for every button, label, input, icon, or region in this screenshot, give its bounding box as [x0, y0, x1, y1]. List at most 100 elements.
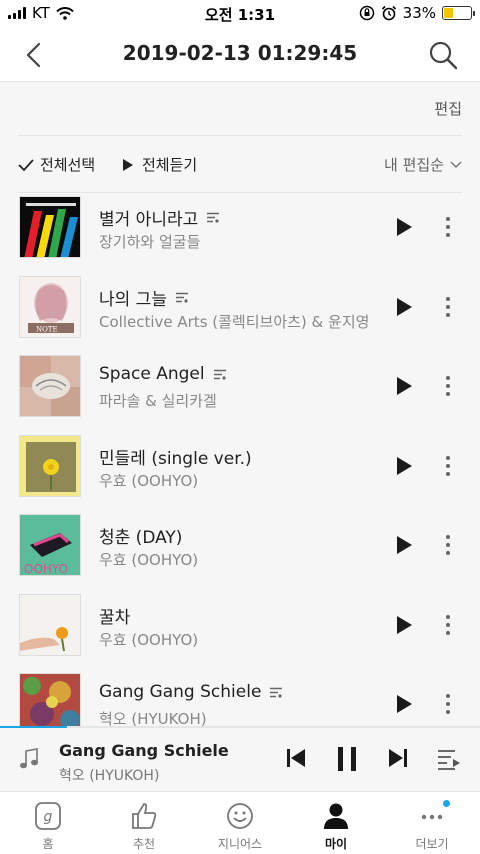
playback-progress-fill: [0, 726, 68, 728]
album-art[interactable]: [19, 593, 81, 656]
tab-label: 추천: [132, 837, 156, 851]
album-art[interactable]: [19, 355, 81, 417]
album-cover-5: OOHYO: [20, 515, 80, 576]
more-options-button[interactable]: [438, 373, 458, 399]
action-row: 전체선택 전체듣기 내 편집순: [18, 136, 462, 193]
battery-icon: [442, 6, 475, 20]
battery-fill: [444, 8, 453, 18]
pause-button[interactable]: [336, 746, 358, 772]
album-art[interactable]: [19, 196, 81, 258]
thumbs-up-icon: [132, 803, 157, 829]
status-bar: KT 오전 1:31 33%: [0, 0, 480, 26]
track-title: Gang Gang Schiele: [99, 682, 262, 702]
track-row[interactable]: Gang Gang Schiele 혁오 (HYUKOH): [0, 670, 480, 727]
track-title: Space Angel: [99, 364, 205, 384]
status-right: 33%: [359, 4, 475, 22]
track-row[interactable]: OOHYO 청춘 (DAY) 우효 (OOHYO): [0, 511, 480, 591]
edit-row: 편집: [18, 82, 462, 136]
tab-more[interactable]: 더보기: [384, 792, 480, 854]
smile-icon: [227, 803, 253, 829]
previous-track-button[interactable]: [286, 748, 306, 768]
playlist-queue-button[interactable]: [437, 748, 461, 770]
album-cover-3: [20, 356, 80, 416]
play-all-button[interactable]: 전체듣기: [122, 154, 197, 175]
tab-my[interactable]: 마이: [288, 792, 384, 854]
track-row[interactable]: 별거 아니라고 장기하와 얼굴들: [0, 193, 480, 273]
album-cover-4: [20, 435, 80, 496]
play-button[interactable]: [394, 456, 414, 476]
play-button[interactable]: [394, 217, 414, 237]
chevron-down-icon: [450, 160, 462, 168]
more-options-button[interactable]: [438, 691, 458, 717]
track-title: 꿀차: [99, 607, 131, 628]
now-playing-artist: 혁오 (HYUKOH): [59, 768, 160, 784]
track-artist: 파라솔 & 실리카겔: [99, 392, 217, 410]
more-options-button[interactable]: [438, 453, 458, 479]
play-button[interactable]: [394, 615, 414, 635]
track-artist: 혁오 (HYUKOH): [99, 710, 207, 727]
track-title: 민들레 (single ver.): [99, 448, 252, 469]
album-cover-2: NOTE: [20, 276, 80, 337]
track-row[interactable]: 민들레 (single ver.) 우효 (OOHYO): [0, 432, 480, 512]
tab-genius[interactable]: 지니어스: [192, 792, 288, 854]
tab-label: 마이: [324, 837, 348, 851]
check-icon: [18, 158, 34, 171]
album-art[interactable]: NOTE: [19, 275, 81, 338]
tab-recommend[interactable]: 추천: [96, 792, 192, 854]
select-all-label: 전체선택: [40, 156, 96, 174]
album-art-text: OOHYO: [24, 562, 68, 576]
more-options-button[interactable]: [438, 532, 458, 558]
album-art[interactable]: OOHYO: [19, 514, 81, 576]
more-dots-icon: [421, 814, 443, 820]
svg-text:g: g: [44, 809, 53, 825]
edit-button[interactable]: 편집: [434, 98, 462, 119]
music-note-icon: [20, 748, 38, 769]
track-artist: 장기하와 얼굴들: [99, 233, 201, 251]
track-artist: Collective Arts (콜렉티브아츠) & 윤지영: [99, 312, 370, 331]
track-artist: 우효 (OOHYO): [99, 551, 199, 569]
home-g-icon: g: [35, 802, 61, 830]
tab-label: 지니어스: [217, 837, 263, 851]
now-playing-title: Gang Gang Schiele: [59, 741, 229, 760]
tab-label: 홈: [42, 837, 54, 851]
lyrics-icon: [270, 687, 283, 698]
playback-progress-bar[interactable]: [0, 726, 480, 728]
notification-badge: [443, 800, 450, 807]
more-options-button[interactable]: [438, 612, 458, 638]
album-art[interactable]: [19, 673, 81, 727]
play-icon: [123, 158, 133, 171]
album-cover-6: [20, 594, 80, 655]
album-cover-7: [20, 674, 80, 727]
more-options-button[interactable]: [438, 294, 458, 320]
album-art[interactable]: [19, 434, 81, 497]
album-art-text: NOTE: [36, 325, 58, 333]
lyrics-icon: [213, 369, 226, 380]
playlist-content: 편집 전체선택 전체듣기 내 편집순 별거 아니라고 장기하와 얼굴들 NOTE…: [0, 82, 480, 727]
more-options-button[interactable]: [438, 214, 458, 240]
track-title-wrap: 나의 그늘: [99, 285, 189, 310]
select-all-button[interactable]: 전체선택: [18, 154, 95, 175]
play-button[interactable]: [394, 297, 414, 317]
nav-bar: 2019-02-13 01:29:45: [0, 26, 480, 82]
mini-player[interactable]: Gang Gang Schiele 혁오 (HYUKOH): [0, 726, 480, 791]
track-artist: 우효 (OOHYO): [99, 471, 199, 490]
track-row[interactable]: 꿀차 우효 (OOHYO): [0, 591, 480, 671]
tab-bar: g 홈 추천 지니어스 마이 더보기: [0, 791, 480, 854]
next-track-button[interactable]: [388, 748, 408, 768]
play-all-label: 전체듣기: [142, 156, 198, 174]
track-row[interactable]: Space Angel 파라솔 & 실리카겔: [0, 352, 480, 432]
track-title-wrap: 민들레 (single ver.): [99, 444, 252, 469]
track-row[interactable]: NOTE 나의 그늘 Collective Arts (콜렉티브아츠) & 윤지…: [0, 273, 480, 353]
battery-percent: 33%: [402, 4, 436, 22]
track-title-wrap: 별거 아니라고: [99, 205, 220, 230]
play-button[interactable]: [394, 535, 414, 555]
search-button[interactable]: [426, 38, 460, 72]
play-button[interactable]: [394, 694, 414, 714]
play-button[interactable]: [394, 376, 414, 396]
sort-dropdown[interactable]: 내 편집순: [384, 154, 462, 175]
track-title-wrap: Gang Gang Schiele: [99, 682, 283, 702]
sort-label: 내 편집순: [384, 156, 444, 174]
track-title: 나의 그늘: [99, 289, 167, 310]
tab-home[interactable]: g 홈: [0, 792, 96, 854]
alarm-icon: [381, 5, 396, 21]
